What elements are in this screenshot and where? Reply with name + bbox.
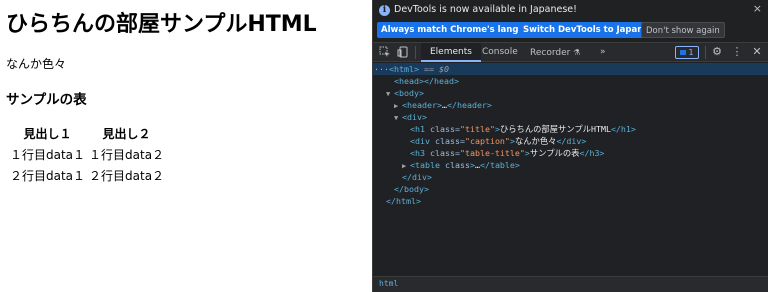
- dom-attr-value: "table-title": [459, 148, 525, 158]
- dom-node-h1[interactable]: <h1 class="title">ひらちんの部屋サンプルHTML</h1>: [373, 123, 768, 135]
- gear-icon[interactable]: ⚙: [711, 46, 723, 58]
- toolbar-divider: [415, 46, 416, 59]
- dom-tag: </table>: [479, 160, 520, 170]
- breadcrumb-bar: html: [373, 276, 768, 292]
- tab-console[interactable]: Console: [473, 43, 527, 62]
- dom-node-body-close[interactable]: </body>: [373, 183, 768, 195]
- inspect-element-icon[interactable]: [379, 46, 391, 58]
- issues-count: 1: [688, 48, 694, 57]
- issues-icon: [680, 50, 687, 55]
- dom-attr-name: class=: [429, 148, 460, 158]
- dom-node-header[interactable]: ▶ <header>…</header>: [373, 99, 768, 111]
- dom-ellipsis: ···: [374, 64, 389, 74]
- dom-tag: <body>: [394, 88, 424, 98]
- tab-recorder-label: Recorder: [530, 48, 571, 58]
- table-header-cell: 見出し１: [23, 127, 72, 141]
- dom-tag: </header>: [446, 100, 492, 110]
- dom-node-html-close[interactable]: </html>: [373, 195, 768, 207]
- dom-tag: <table: [410, 160, 445, 170]
- dom-attr-name: class=: [429, 124, 460, 134]
- dom-attr-value: "title": [459, 124, 495, 134]
- infobar-message: DevTools is now available in Japanese!: [394, 4, 577, 15]
- dom-tag: <header>: [402, 100, 442, 110]
- table-cell: ２行目data１: [10, 169, 86, 183]
- dom-tag: </html>: [386, 196, 421, 206]
- dom-tag: </h1>: [610, 124, 636, 134]
- table-title: サンプルの表: [6, 92, 87, 108]
- flask-icon: ⚗: [573, 48, 581, 57]
- dom-tree[interactable]: ···<html> == $0 <head></head> ▼ <body> ▶ <…: [373, 63, 768, 275]
- dom-attr-name: class=: [434, 136, 465, 146]
- table-cell: １行目data２: [89, 148, 165, 162]
- device-toolbar-icon[interactable]: [397, 46, 409, 58]
- dom-node-div-close[interactable]: </div>: [373, 171, 768, 183]
- page-caption: なんか色々: [6, 57, 67, 71]
- dom-tag: <html>: [389, 64, 419, 74]
- table-header-row: 見出し１ 見出し２: [9, 125, 165, 142]
- dont-show-again-button[interactable]: Don't show again: [641, 22, 725, 38]
- dom-tag: </body>: [394, 184, 429, 194]
- kebab-menu-icon[interactable]: ⋮: [731, 46, 743, 58]
- dom-node-html[interactable]: ···<html> == $0: [373, 63, 768, 75]
- page-viewport: ひらちんの部屋サンプルHTML なんか色々 サンプルの表 見出し１ 見出し２ １…: [0, 0, 372, 292]
- dom-node-caption[interactable]: <div class="caption">なんか色々</div>: [373, 135, 768, 147]
- dom-text: サンプルの表: [529, 148, 580, 158]
- table-row: ２行目data１ ２行目data２: [9, 167, 165, 184]
- dom-tag: <h1: [410, 124, 430, 134]
- dom-tag: </h3>: [579, 148, 605, 158]
- dom-text: ひらちんの部屋サンプルHTML: [499, 124, 611, 134]
- dom-node-table[interactable]: ▶ <table class>…</table>: [373, 159, 768, 171]
- close-icon[interactable]: ×: [753, 2, 762, 15]
- table-row: １行目data１ １行目data２: [9, 146, 165, 163]
- close-devtools-icon[interactable]: ✕: [751, 46, 763, 58]
- table-cell: １行目data１: [10, 148, 86, 162]
- toolbar-divider: [705, 46, 706, 59]
- table-cell: ２行目data２: [89, 169, 165, 183]
- dom-tag: <div>: [402, 112, 427, 122]
- dom-tag: <h3: [410, 148, 430, 158]
- info-icon: i: [379, 5, 390, 16]
- devtools-tabbar: Elements Console Recorder ⚗ » 1 ⚙ ⋮ ✕: [373, 42, 768, 62]
- tab-elements[interactable]: Elements: [421, 43, 481, 62]
- devtools-panel: i DevTools is now available in Japanese!…: [372, 0, 768, 292]
- dom-node-head[interactable]: <head></head>: [373, 75, 768, 87]
- dom-tag: </div>: [402, 172, 432, 182]
- tab-recorder[interactable]: Recorder ⚗: [521, 43, 589, 62]
- dom-tag: <head></head>: [394, 76, 459, 86]
- sample-table: 見出し１ 見出し２ １行目data１ １行目data２ ２行目data１ ２行目…: [7, 121, 167, 188]
- dom-tag: </div>: [556, 136, 587, 146]
- dom-attr-value: "caption": [464, 136, 510, 146]
- table-header-cell: 見出し２: [102, 127, 151, 141]
- dom-text: なんか色々: [514, 136, 557, 146]
- dom-node-div[interactable]: ▼ <div>: [373, 111, 768, 123]
- dom-attr-name: class: [444, 160, 470, 170]
- dom-tag: <div: [410, 136, 435, 146]
- breadcrumb-html[interactable]: html: [379, 279, 398, 288]
- dom-node-body[interactable]: ▼ <body>: [373, 87, 768, 99]
- more-tabs-button[interactable]: »: [591, 43, 615, 62]
- dom-selected-marker: == $0: [423, 64, 449, 74]
- issues-counter[interactable]: 1: [675, 46, 699, 59]
- dom-node-h3[interactable]: <h3 class="table-title">サンプルの表</h3>: [373, 147, 768, 159]
- page-title: ひらちんの部屋サンプルHTML: [6, 12, 317, 37]
- language-infobar: i DevTools is now available in Japanese!…: [373, 0, 768, 41]
